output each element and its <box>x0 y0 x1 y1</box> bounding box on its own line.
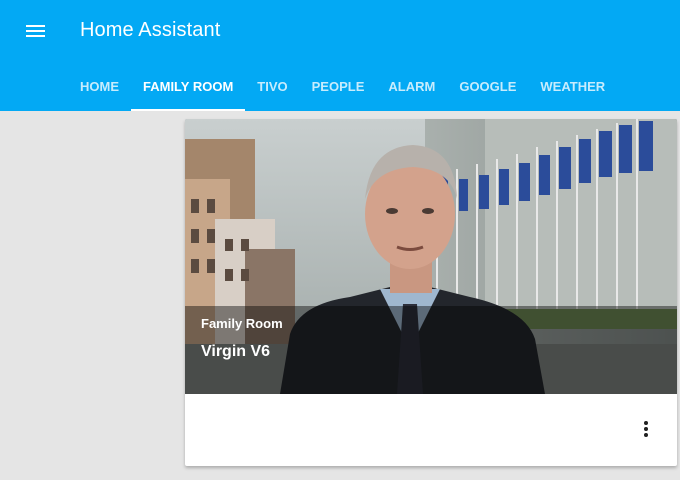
tab-label: Weather <box>540 79 606 94</box>
active-tab-indicator <box>131 109 246 111</box>
tab-google[interactable]: Google <box>447 64 528 111</box>
tab-people[interactable]: People <box>300 64 377 111</box>
tab-label: People <box>311 79 365 94</box>
media-title: Virgin V6 <box>201 343 271 360</box>
tab-label: TiVo <box>257 79 288 94</box>
view-tabs: Home Family Room TiVo People Alarm Googl… <box>68 64 617 111</box>
tab-weather[interactable]: Weather <box>528 64 617 111</box>
menu-icon[interactable] <box>22 18 50 46</box>
media-player-name: Family Room <box>201 316 283 331</box>
tab-label: Google <box>459 79 517 94</box>
tab-label: Home <box>80 79 119 94</box>
tab-alarm[interactable]: Alarm <box>376 64 447 111</box>
more-vert-icon[interactable] <box>634 415 658 443</box>
app-title: Home Assistant <box>80 19 221 41</box>
media-player-card: Family Room Virgin V6 <box>185 119 677 466</box>
tab-label: Family Room <box>143 79 234 94</box>
tab-family-room[interactable]: Family Room <box>131 64 246 111</box>
app-header: Home Assistant Home Family Room TiVo Peo… <box>0 0 680 111</box>
tab-tivo[interactable]: TiVo <box>245 64 299 111</box>
tab-label: Alarm <box>388 79 436 94</box>
tab-home[interactable]: Home <box>68 64 131 111</box>
